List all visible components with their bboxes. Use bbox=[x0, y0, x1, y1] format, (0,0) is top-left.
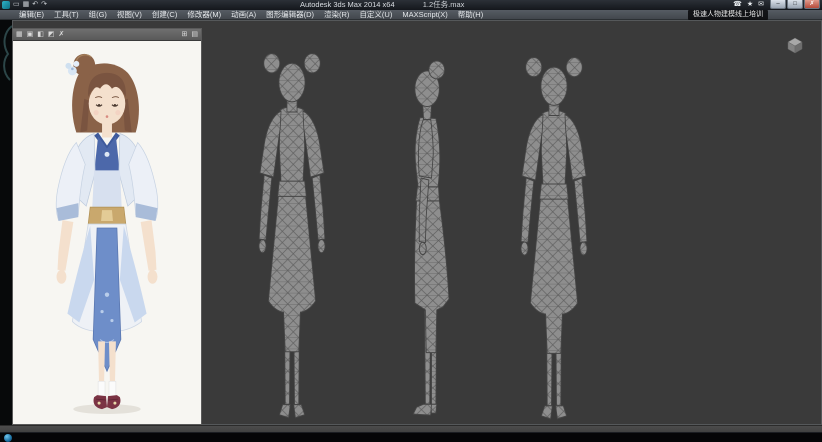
clear-image-icon[interactable]: ✗ bbox=[59, 29, 65, 41]
menu-animation[interactable]: 动画(A) bbox=[226, 10, 261, 20]
clone-image-icon[interactable]: ▣ bbox=[27, 29, 34, 41]
menu-tools[interactable]: 工具(T) bbox=[49, 10, 84, 20]
wireframe-model-side[interactable] bbox=[393, 55, 463, 425]
reference-image-panel[interactable]: ▦ ▣ ◧ ◩ ✗ ⊞ ▤ bbox=[12, 28, 202, 425]
wireframe-model-front[interactable] bbox=[233, 47, 351, 425]
menu-group[interactable]: 组(G) bbox=[84, 10, 112, 20]
window-title: Autodesk 3ds Max 2014 x64 1.2任务.max bbox=[300, 0, 464, 10]
layout-view-icon[interactable]: ▤ bbox=[191, 29, 198, 41]
quick-access-toolbar: ▭ ▦ ↶ ↷ bbox=[2, 0, 47, 10]
status-bar bbox=[0, 425, 822, 432]
close-button[interactable]: ✗ bbox=[804, 0, 820, 9]
alpha-channel-icon[interactable]: ◩ bbox=[48, 29, 55, 41]
menu-maxscript[interactable]: MAXScript(X) bbox=[397, 10, 452, 20]
application-button[interactable] bbox=[2, 1, 10, 9]
titlebar: ▭ ▦ ↶ ↷ Autodesk 3ds Max 2014 x64 1.2任务.… bbox=[0, 0, 822, 10]
infocenter-icons: ☎ ★ ✉ bbox=[733, 0, 764, 10]
file-name: 1.2任务.max bbox=[423, 0, 465, 9]
minimize-button[interactable]: – bbox=[770, 0, 786, 9]
save-image-icon[interactable]: ▦ bbox=[16, 29, 23, 41]
menu-customize[interactable]: 自定义(U) bbox=[354, 10, 397, 20]
recording-watermark: 极速人物建模线上培训 bbox=[688, 10, 768, 20]
open-file-icon[interactable]: ▭ bbox=[13, 0, 20, 10]
color-channels-icon[interactable]: ◧ bbox=[37, 29, 44, 41]
phone-icon[interactable]: ☎ bbox=[733, 0, 742, 10]
image-panel-toolbar: ▦ ▣ ◧ ◩ ✗ ⊞ ▤ bbox=[13, 29, 201, 41]
window-controls: – □ ✗ bbox=[770, 0, 820, 9]
app-title: Autodesk 3ds Max 2014 x64 bbox=[300, 0, 395, 9]
favorites-icon[interactable]: ★ bbox=[747, 0, 753, 10]
menu-edit[interactable]: 编辑(E) bbox=[14, 10, 49, 20]
menu-modifiers[interactable]: 修改器(M) bbox=[182, 10, 226, 20]
save-file-icon[interactable]: ▦ bbox=[23, 0, 30, 10]
view-cube[interactable] bbox=[785, 35, 805, 55]
grid-view-icon[interactable]: ⊞ bbox=[182, 29, 188, 41]
wireframe-model-back[interactable] bbox=[495, 51, 613, 425]
menu-views[interactable]: 视图(V) bbox=[112, 10, 147, 20]
menu-rendering[interactable]: 渲染(R) bbox=[319, 10, 354, 20]
start-button[interactable] bbox=[4, 434, 12, 442]
character-face bbox=[88, 73, 126, 125]
communication-icon[interactable]: ✉ bbox=[758, 0, 764, 10]
menu-graph-editors[interactable]: 图形编辑器(D) bbox=[261, 10, 319, 20]
undo-icon[interactable]: ↶ bbox=[32, 0, 38, 10]
concept-art-image bbox=[13, 41, 201, 424]
ground-shadow bbox=[73, 404, 140, 414]
taskbar[interactable] bbox=[0, 432, 822, 442]
redo-icon[interactable]: ↷ bbox=[41, 0, 47, 10]
maximize-button[interactable]: □ bbox=[787, 0, 803, 9]
wallpaper-flourish bbox=[0, 20, 12, 100]
screen: ▭ ▦ ↶ ↷ Autodesk 3ds Max 2014 x64 1.2任务.… bbox=[0, 0, 822, 442]
menu-help[interactable]: 帮助(H) bbox=[453, 10, 488, 20]
desktop-wallpaper-strip bbox=[0, 20, 12, 432]
menu-create[interactable]: 创建(C) bbox=[147, 10, 182, 20]
